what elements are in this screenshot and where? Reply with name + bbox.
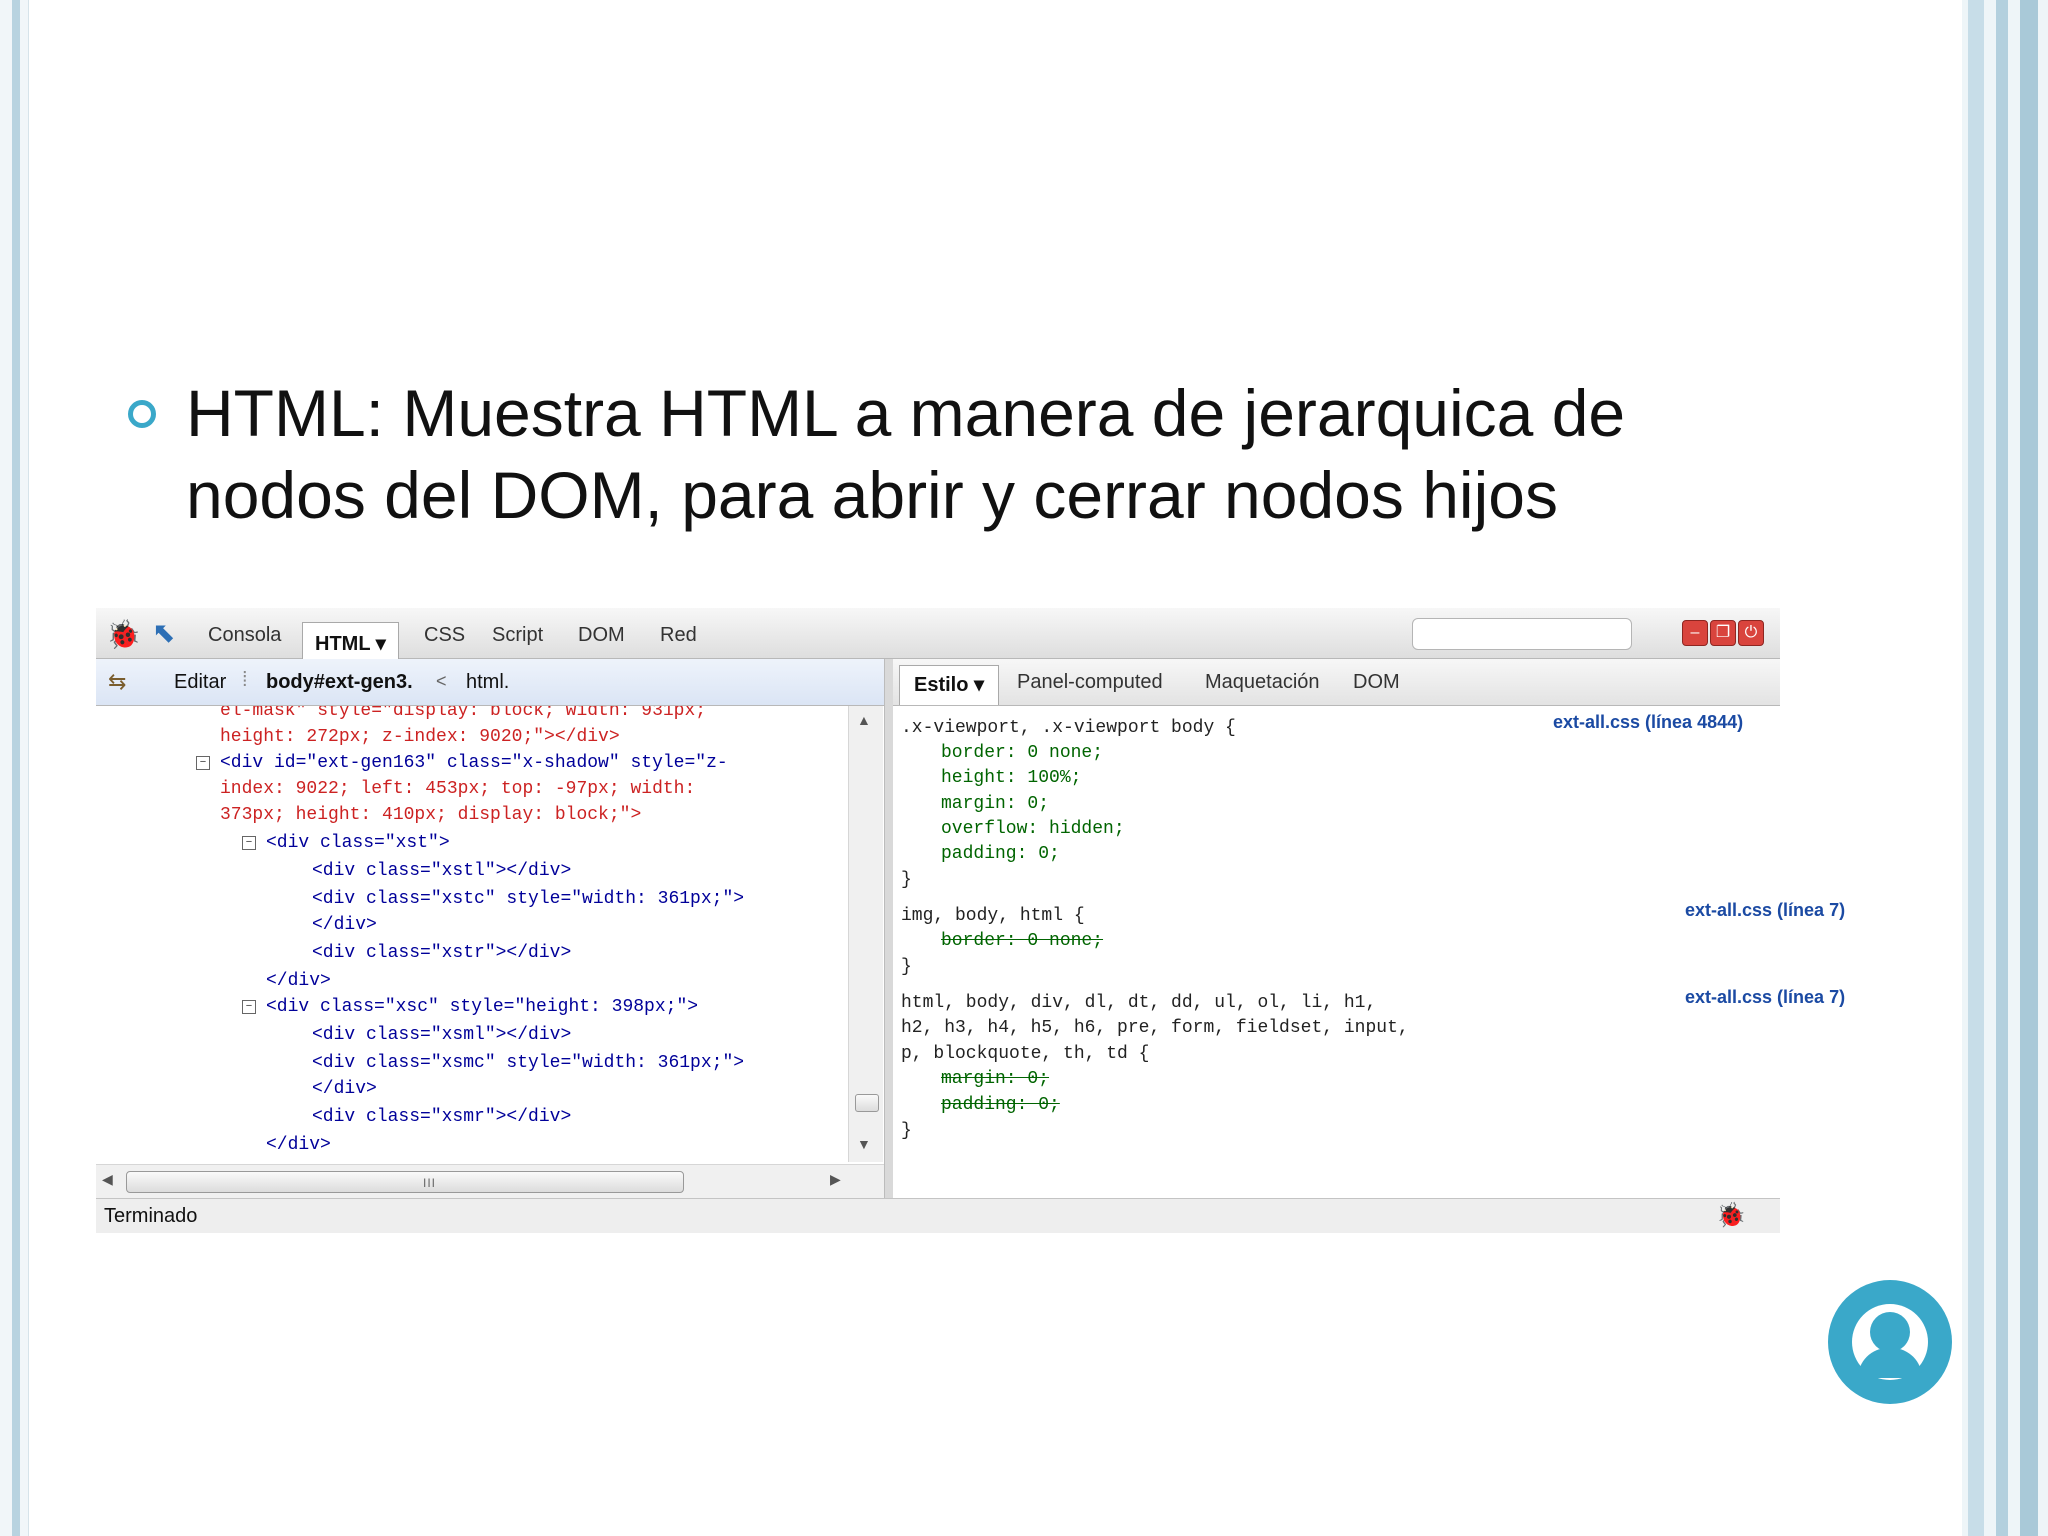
search-input[interactable] — [1412, 618, 1632, 650]
collapse-node-icon[interactable]: − — [196, 756, 210, 770]
breadcrumb-html[interactable]: html. — [466, 671, 509, 694]
brand-logo-icon — [1828, 1280, 1952, 1404]
html-line: el-mask" style="display: block; width: 9… — [220, 706, 707, 721]
css-source-link[interactable]: ext-all.css (línea 4844) — [1553, 712, 1743, 733]
scroll-up-icon[interactable]: ▲ — [857, 712, 871, 728]
toolbar-separator: ⁞ — [242, 669, 248, 691]
html-line: </div> — [312, 1079, 377, 1099]
firebug-panel: 🐞 ⬉ Consola HTML ▾ CSS Script DOM Red – … — [96, 608, 1845, 1233]
breadcrumb-body[interactable]: body#ext-gen3. — [266, 671, 413, 694]
firebug-status-icon[interactable]: 🐞 — [1716, 1201, 1746, 1230]
css-selector: html, body, div, dl, dt, dd, ul, ol, li,… — [901, 993, 1377, 1013]
html-horizontal-scrollbar[interactable]: ◀ III ▶ — [96, 1164, 884, 1199]
css-close-brace: } — [901, 870, 912, 890]
html-line: </div> — [312, 915, 377, 935]
css-selector: .x-viewport, .x-viewport body { — [901, 718, 1236, 738]
html-line[interactable]: <div class="xstl"></div> — [312, 858, 571, 884]
css-close-brace: } — [901, 1121, 912, 1141]
html-line[interactable]: <div id="ext-gen163" class="x-shadow" st… — [220, 750, 728, 776]
css-property[interactable]: height: 100%; — [941, 766, 1081, 791]
tab-maquetacion[interactable]: Maquetación — [1205, 671, 1320, 694]
css-source-link[interactable]: ext-all.css (línea 7) — [1685, 900, 1845, 921]
scroll-thumb[interactable] — [855, 1094, 879, 1112]
html-breadcrumb-bar: ⇆ Editar ⁞ body#ext-gen3. < html. — [96, 659, 884, 706]
css-property[interactable]: border: 0 none; — [941, 741, 1103, 766]
inspect-cursor-icon[interactable]: ⬉ — [152, 616, 175, 649]
tab-consola[interactable]: Consola — [208, 624, 281, 647]
bullet-line-2: nodos del DOM, para abrir y cerrar nodos… — [186, 458, 1558, 532]
collapse-node-icon[interactable]: − — [242, 836, 256, 850]
scroll-right-icon[interactable]: ▶ — [830, 1171, 841, 1188]
css-property[interactable]: overflow: hidden; — [941, 817, 1125, 842]
status-text: Terminado — [104, 1205, 198, 1227]
css-style-panel: .x-viewport, .x-viewport body { ext-all.… — [893, 706, 1845, 1198]
scroll-down-icon[interactable]: ▼ — [857, 1136, 871, 1152]
html-line[interactable]: <div class="xst"> — [266, 830, 450, 856]
html-line: </div> — [266, 971, 331, 991]
right-stripe — [1968, 0, 1984, 1536]
logo-head — [1870, 1312, 1910, 1352]
scroll-grip: III — [423, 1176, 437, 1190]
html-line: </div> — [266, 1135, 331, 1155]
close-button[interactable]: ⏻ — [1738, 620, 1764, 646]
detach-button[interactable]: ❐ — [1710, 620, 1736, 646]
bullet-text: HTML: Muestra HTML a manera de jerarquic… — [186, 372, 1625, 536]
html-line[interactable]: <div class="xstc" style="width: 361px;"> — [312, 886, 744, 912]
side-panel-tabs: Estilo ▾ Panel-computed Maquetación DOM — [893, 659, 1780, 706]
html-line[interactable]: <div class="xstr"></div> — [312, 940, 571, 966]
minimize-button[interactable]: – — [1682, 620, 1708, 646]
right-edge-decoration — [1962, 0, 2048, 1536]
html-line: index: 9022; left: 453px; top: -97px; wi… — [220, 779, 696, 799]
right-stripe — [2020, 0, 2038, 1536]
css-property-overridden[interactable]: margin: 0; — [941, 1067, 1049, 1092]
scroll-left-icon[interactable]: ◀ — [102, 1171, 113, 1188]
css-property-overridden[interactable]: border: 0 none; — [941, 929, 1103, 954]
tab-estilo[interactable]: Estilo ▾ — [899, 665, 1000, 705]
tab-dom-side[interactable]: DOM — [1353, 671, 1400, 694]
bullet-line-1: HTML: Muestra HTML a manera de jerarquic… — [186, 376, 1626, 450]
scroll-thumb[interactable]: III — [126, 1171, 684, 1193]
html-line[interactable]: <div class="xsmr"></div> — [312, 1104, 571, 1130]
firebug-toolbar: 🐞 ⬉ Consola HTML ▾ CSS Script DOM Red – … — [96, 608, 1780, 666]
css-selector: h2, h3, h4, h5, h6, pre, form, fieldset,… — [901, 1018, 1409, 1038]
html-vertical-scrollbar[interactable]: ▲ ▼ — [848, 706, 883, 1162]
bullet-circle-icon — [128, 400, 156, 428]
css-source-link[interactable]: ext-all.css (línea 7) — [1685, 987, 1845, 1008]
collapse-node-icon[interactable]: − — [242, 1000, 256, 1014]
tab-red[interactable]: Red — [660, 624, 697, 647]
edit-button[interactable]: Editar — [174, 671, 226, 694]
css-selector: p, blockquote, th, td { — [901, 1044, 1150, 1064]
edit-toggle-icon[interactable]: ⇆ — [108, 669, 126, 695]
tab-panel-computed[interactable]: Panel-computed — [1017, 671, 1163, 694]
breadcrumb-arrow: < — [436, 671, 447, 691]
css-property-overridden[interactable]: padding: 0; — [941, 1093, 1060, 1118]
tab-css[interactable]: CSS — [424, 624, 465, 647]
html-line[interactable]: <div class="xsml"></div> — [312, 1022, 571, 1048]
status-bar: Terminado 🐞 — [96, 1198, 1780, 1233]
tab-dom[interactable]: DOM — [578, 624, 625, 647]
firebug-bug-icon[interactable]: 🐞 — [106, 618, 141, 651]
tab-script[interactable]: Script — [492, 624, 543, 647]
css-selector: img, body, html { — [901, 906, 1085, 926]
html-line[interactable]: <div class="xsc" style="height: 398px;"> — [266, 994, 698, 1020]
right-stripe — [1996, 0, 2008, 1536]
css-property[interactable]: padding: 0; — [941, 842, 1060, 867]
html-line: 373px; height: 410px; display: block;"> — [220, 805, 642, 825]
css-close-brace: } — [901, 957, 912, 977]
left-edge-decoration — [0, 0, 29, 1536]
html-line[interactable]: <div class="xsmc" style="width: 361px;"> — [312, 1050, 744, 1076]
html-tree-panel: el-mask" style="display: block; width: 9… — [96, 706, 848, 1162]
css-property[interactable]: margin: 0; — [941, 792, 1049, 817]
html-line: height: 272px; z-index: 9020;"></div> — [220, 727, 620, 747]
